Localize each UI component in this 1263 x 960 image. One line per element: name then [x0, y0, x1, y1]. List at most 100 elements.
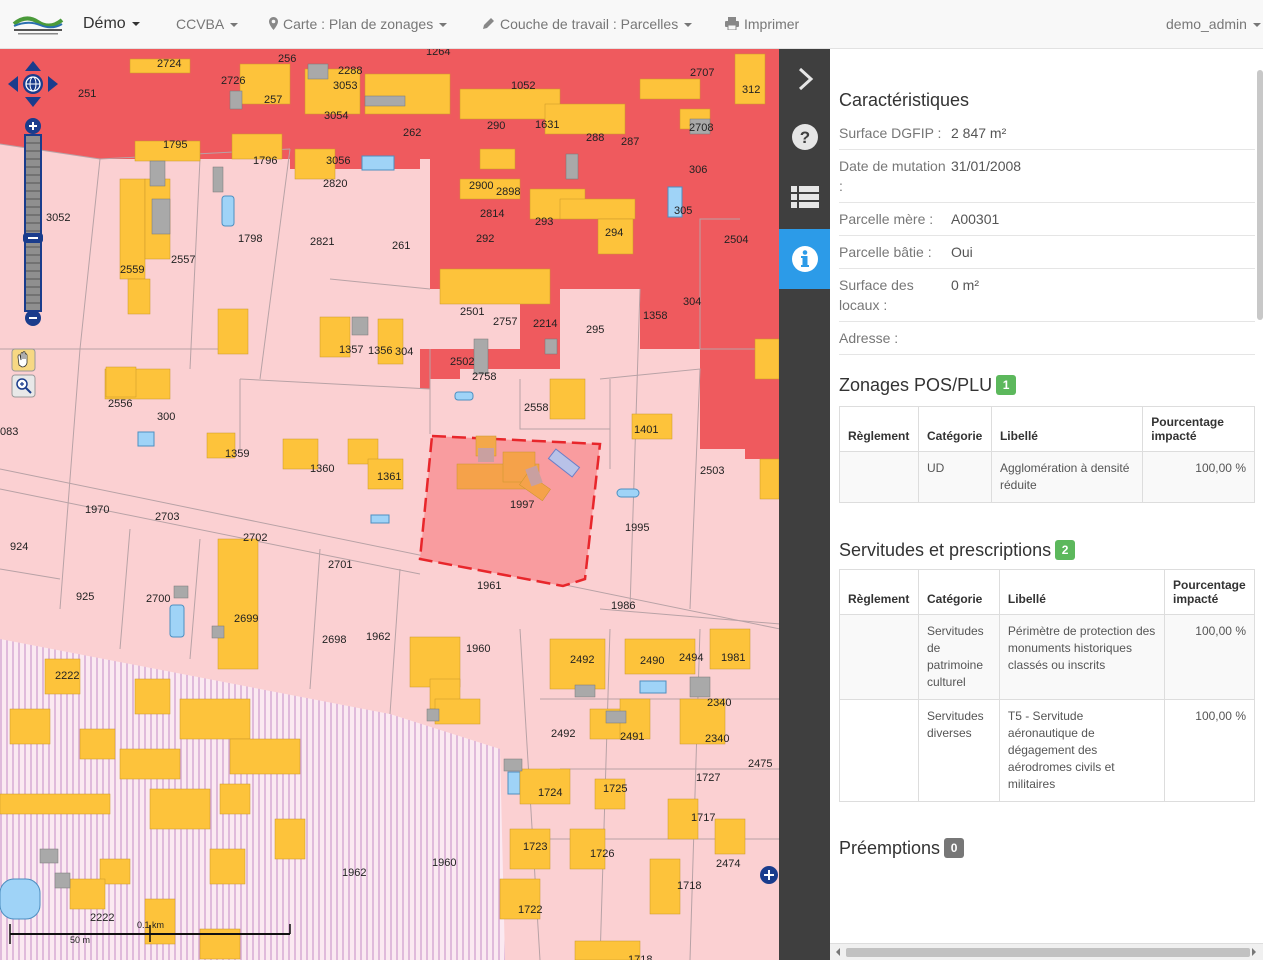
properties-list: Surface DGFIP : 2 847 m² Date de mutation … [839, 117, 1255, 355]
parcel-label: 2698 [322, 634, 346, 646]
parcel-label: 2699 [234, 613, 258, 625]
table-row: Servitudes de patrimoine culturel Périmèt… [839, 614, 1256, 700]
parcel-label: 1961 [477, 580, 501, 592]
column-header[interactable]: Libellé [998, 569, 1165, 615]
parcel-label: 1981 [721, 652, 745, 664]
scale-label-50m: 50 m [70, 935, 90, 945]
zonages-title: Zonages POS/PLU 1 [839, 375, 1255, 396]
map-menu[interactable]: Carte : Plan de zonages [269, 0, 448, 49]
column-header[interactable]: Pourcentage impacté [1142, 406, 1255, 452]
property-label: Parcelle bâtie : [839, 244, 932, 260]
parcel-label: 294 [605, 227, 623, 239]
panel-vertical-scrollbar[interactable] [1257, 70, 1263, 320]
table-cell: Servitudes diverses [917, 699, 1000, 802]
parcel-label: 2222 [55, 670, 79, 682]
parcel-label: 2340 [705, 733, 729, 745]
user-menu[interactable]: demo_admin [1166, 0, 1261, 49]
layers-list-tab[interactable] [779, 167, 830, 227]
parcel-label: 1357 [339, 344, 363, 356]
parcel-label: 3052 [46, 212, 70, 224]
parcel-label: 083 [0, 426, 18, 438]
property-value: 0 m² [951, 277, 979, 293]
ccvba-logo[interactable] [12, 10, 64, 38]
parcel-label: 261 [392, 240, 410, 252]
info-panel[interactable]: Caractéristiques Surface DGFIP : 2 847 m²… [830, 49, 1263, 960]
parcel-label: 2556 [108, 398, 132, 410]
parcel-label: 288 [586, 132, 604, 144]
table-cell: Servitudes de patrimoine culturel [917, 614, 1000, 700]
parcel-label: 2726 [221, 75, 245, 87]
parcel-label: 1718 [677, 880, 701, 892]
parcel-label: 262 [403, 127, 421, 139]
parcel-label: 1727 [696, 772, 720, 784]
property-label: Adresse : [839, 330, 899, 346]
parcel-label: 2702 [243, 532, 267, 544]
parcel-label: 1358 [643, 310, 667, 322]
property-value: Oui [951, 244, 973, 260]
scroll-right-icon[interactable] [1250, 947, 1258, 957]
column-header[interactable]: Règlement [839, 569, 919, 615]
parcel-label: 1798 [238, 233, 262, 245]
parcel-label: 2559 [120, 264, 144, 276]
property-row: Parcelle mère : A00301 [839, 203, 1255, 236]
sidebar-tabs: ? [779, 49, 830, 960]
map-label: Carte : Plan de zonages [283, 16, 434, 32]
help-tab[interactable]: ? [779, 107, 830, 167]
parcel-label: 2821 [310, 236, 334, 248]
project-menu[interactable]: Démo [83, 0, 140, 49]
table-row: UD Agglomération à densité réduite 100,00 … [839, 451, 1255, 503]
print-button[interactable]: Imprimer [725, 0, 799, 49]
servitudes-table: Règlement Catégorie Libellé Pourcentage imp… [839, 569, 1256, 802]
scrollbar-thumb[interactable] [846, 948, 1250, 957]
parcel-label: 924 [10, 541, 28, 553]
table-cell: Périmètre de protection des monuments hi… [998, 614, 1165, 700]
scale-label-100m: 0.1 km [137, 920, 164, 930]
parcel-label: 2490 [640, 655, 664, 667]
parcel-label: 1722 [518, 904, 542, 916]
servitudes-title: Servitudes et prescriptions 2 [839, 540, 1255, 561]
map-view[interactable]: 2724 256 1264 2288 3053 1052 2707 312 251 2726 257… [0, 49, 779, 960]
zoom-slider[interactable] [23, 118, 43, 326]
parcel-label: 305 [674, 205, 692, 217]
layer-menu[interactable]: Couche de travail : Parcelles [482, 0, 693, 49]
print-label: Imprimer [744, 16, 800, 32]
column-header[interactable]: Règlement [839, 406, 919, 452]
territory-menu[interactable]: CCVBA [176, 0, 239, 49]
expand-map-button[interactable] [760, 866, 778, 884]
table-cell: T5 - Servitude aéronautique de dégagemen… [998, 699, 1165, 802]
parcel-label: 2758 [472, 371, 496, 383]
column-header[interactable]: Libellé [990, 406, 1144, 452]
preemptions-title: Préemptions 0 [839, 838, 1255, 859]
parcel-label: 312 [742, 84, 760, 96]
info-tab[interactable] [779, 229, 830, 289]
scroll-left-icon[interactable] [834, 947, 842, 957]
column-header[interactable]: Pourcentage impacté [1163, 569, 1256, 615]
table-header-row: Règlement Catégorie Libellé Pourcentage imp… [839, 406, 1255, 452]
zone-red-east [740, 49, 779, 459]
collapse-panel-tab[interactable] [779, 49, 830, 109]
property-label: Surface DGFIP : [839, 125, 942, 141]
table-cell: 100,00 % [1163, 699, 1256, 802]
parcel-label: 2502 [450, 356, 474, 368]
caret-down-icon [1252, 23, 1261, 28]
parcel-label: 925 [76, 591, 94, 603]
parcel-label: 2474 [716, 858, 740, 870]
property-row: Adresse : [839, 322, 1255, 355]
column-header[interactable]: Catégorie [917, 406, 992, 452]
parcel-label: 3053 [333, 80, 357, 92]
map-canvas[interactable]: 2724 256 1264 2288 3053 1052 2707 312 251 2726 257… [0, 49, 779, 960]
parcel-label: 2898 [496, 186, 520, 198]
parcel-label: 2557 [171, 254, 195, 266]
property-value: 31/01/2008 [951, 158, 1022, 174]
panel-horizontal-scrollbar[interactable] [830, 943, 1263, 960]
zoom-box-button[interactable] [11, 374, 36, 398]
parcel-label: 1970 [85, 504, 109, 516]
parcel-label: 300 [157, 411, 175, 423]
question-circle-icon: ? [791, 124, 818, 150]
property-label: Surface des locaux : [839, 277, 914, 313]
parcel-label: 2214 [533, 318, 557, 330]
pan-tool-button[interactable] [11, 348, 36, 372]
column-header[interactable]: Catégorie [917, 569, 1000, 615]
table-header-row: Règlement Catégorie Libellé Pourcentage imp… [839, 569, 1256, 615]
parcel-label: 2757 [493, 316, 517, 328]
